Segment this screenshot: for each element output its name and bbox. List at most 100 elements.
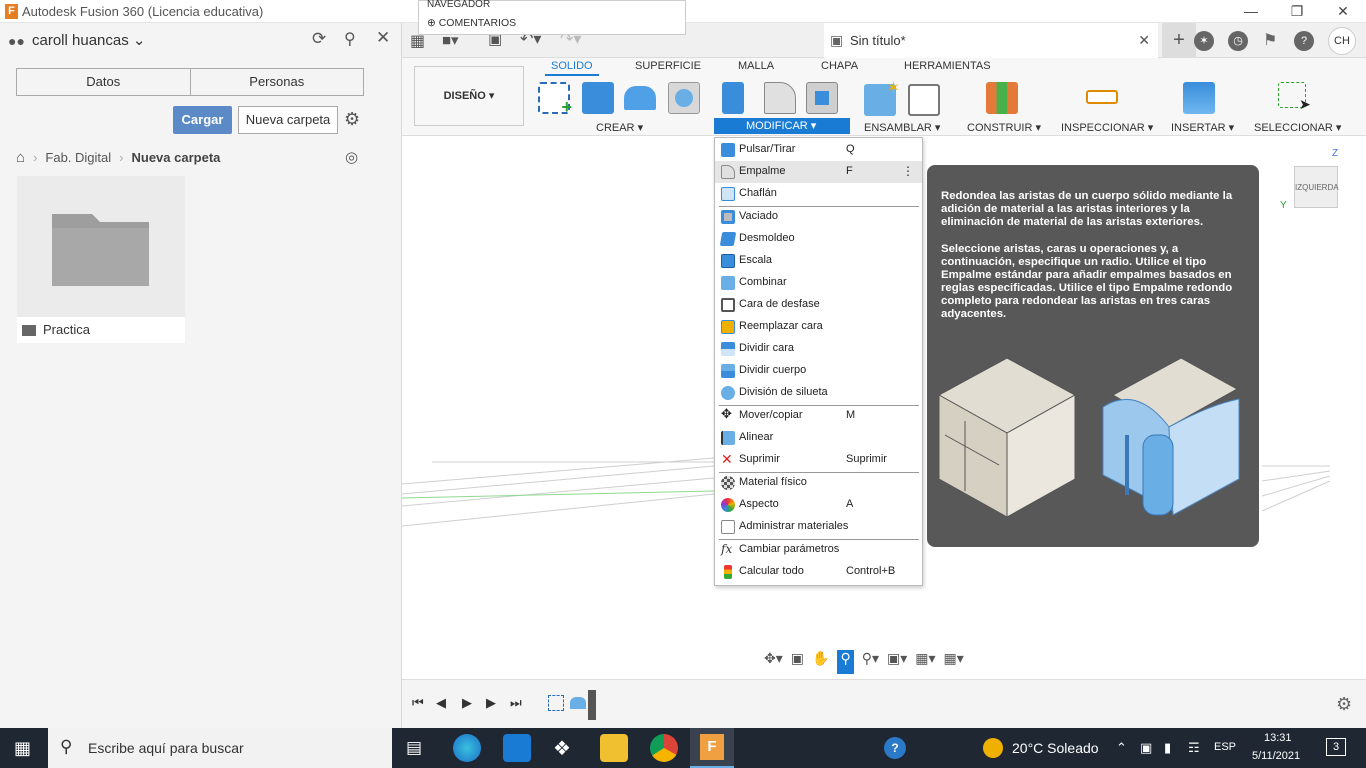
first-step-icon[interactable]: ⏮ [412,695,424,711]
menu-item-fillet[interactable]: Empalme F ⋮ [715,161,922,183]
menu-item-press-pull[interactable]: Pulsar/Tirar Q [715,139,922,161]
group-modificar[interactable]: MODIFICAR ▾ [714,118,851,134]
group-insertar[interactable]: INSERTAR ▾ [1171,121,1234,134]
extrude-icon[interactable] [582,82,614,114]
next-step-icon[interactable]: ▶ [486,695,496,711]
menu-item-scale[interactable]: Escala [715,250,922,272]
help-icon[interactable]: ? [1294,31,1314,51]
fit-icon[interactable]: ⚲▾ [862,650,879,674]
fusion-taskbar-button[interactable]: F [690,728,734,768]
globe-icon[interactable]: ◎ [345,148,358,166]
tab-chapa[interactable]: CHAPA [821,60,858,72]
tab-solido[interactable]: SOLIDO [545,60,599,76]
menu-item-move-copy[interactable]: ✥ Mover/copiar M [715,405,922,427]
restore-button[interactable]: ❐ [1274,0,1320,23]
extensions-icon[interactable]: ✶ [1194,31,1214,51]
menu-item-appearance[interactable]: Aspecto A [715,494,922,516]
pan-icon[interactable]: ✋ [812,650,829,674]
viewports-icon[interactable]: ▦▾ [944,650,964,674]
notification-center-icon[interactable]: 3 [1326,738,1346,756]
wifi-icon[interactable]: ☶ [1188,740,1200,756]
new-component-icon[interactable]: ✶ [864,80,900,116]
shell-ribbon-icon[interactable] [806,82,838,114]
job-status-icon[interactable]: ◷ [1228,31,1248,51]
previous-step-icon[interactable]: ◀ [436,695,446,711]
help-tray-icon[interactable]: ? [884,737,906,759]
avatar[interactable]: CH [1328,27,1356,55]
document-tab[interactable]: ▣ Sin título* ✕ [824,23,1158,58]
dropbox-icon[interactable]: ❖ [553,736,571,761]
last-step-icon[interactable]: ⏭ [510,695,522,711]
language-label[interactable]: ESP [1214,741,1236,753]
user-selector[interactable]: caroll huancas ⌄ [32,31,145,49]
tab-personas[interactable]: Personas [189,69,364,95]
tab-malla[interactable]: MALLA [738,60,774,72]
menu-item-split-body[interactable]: Dividir cuerpo [715,360,922,382]
notifications-icon[interactable]: ⚑ [1263,30,1277,50]
menu-item-chamfer[interactable]: Chaflán [715,183,922,205]
close-window-button[interactable]: ✕ [1320,0,1366,23]
menu-item-draft[interactable]: Desmoldeo [715,228,922,250]
chevron-up-icon[interactable]: ⌃ [1116,740,1127,756]
mail-icon[interactable] [503,734,531,762]
menu-item-combine[interactable]: Combinar [715,272,922,294]
group-crear[interactable]: CREAR ▾ [596,121,643,134]
group-inspeccionar[interactable]: INSPECCIONAR ▾ [1061,121,1153,134]
measure-icon[interactable] [1086,90,1118,104]
search-icon[interactable]: ⚲ [344,29,356,49]
menu-item-delete[interactable]: ✕ Suprimir Suprimir [715,449,922,471]
revolve-icon[interactable] [624,86,656,110]
view-cube[interactable]: IZQUIERDA [1294,166,1339,208]
timeline-settings-icon[interactable]: ⚙ [1336,694,1352,715]
comments-row[interactable]: ⊕ COMENTARIOS [427,17,516,29]
tab-superficie[interactable]: SUPERFICIE [635,60,701,72]
hole-icon[interactable] [668,82,700,114]
tab-herramientas[interactable]: HERRAMIENTAS [904,60,991,72]
orbit-icon[interactable]: ✥▾ [764,650,783,674]
menu-item-physical-material[interactable]: Material físico [715,472,922,494]
gear-icon[interactable]: ⚙ [344,109,360,130]
group-ensamblar[interactable]: ENSAMBLAR ▾ [864,121,940,134]
upload-button[interactable]: Cargar [173,106,232,134]
minimize-button[interactable]: — [1228,0,1274,23]
windows-start-icon[interactable]: ▦ [14,738,31,759]
menu-item-offset-face[interactable]: Cara de desfase [715,294,922,316]
press-pull-ribbon-icon[interactable] [722,82,744,114]
workspace-selector[interactable]: DISEÑO ▾ [414,66,524,126]
menu-item-split-face[interactable]: Dividir cara [715,338,922,360]
grid-settings-icon[interactable]: ▦▾ [915,650,935,674]
insert-image-icon[interactable] [1183,82,1215,114]
clock-time[interactable]: 13:31 [1264,732,1292,744]
fillet-ribbon-icon[interactable] [764,82,796,114]
more-options-icon[interactable]: ⋮ [902,164,914,178]
breadcrumb-project[interactable]: Fab. Digital [45,150,111,165]
display-tray-icon[interactable]: ▣ [1140,740,1152,756]
weather-label[interactable]: 20°C Soleado [1012,740,1099,756]
battery-icon[interactable]: ▮ [1164,740,1171,756]
group-seleccionar[interactable]: SELECCIONAR ▾ [1254,121,1341,134]
refresh-icon[interactable]: ⟳ [312,29,326,49]
menu-item-align[interactable]: Alinear [715,427,922,449]
menu-item-manage-materials[interactable]: Administrar materiales [715,516,922,538]
taskbar-search[interactable]: ⚲ Escribe aquí para buscar [48,728,392,768]
construct-plane-icon[interactable] [986,82,1018,114]
clock-date[interactable]: 5/11/2021 [1252,750,1300,762]
play-icon[interactable]: ▶ [462,695,472,711]
new-folder-button[interactable]: Nueva carpeta [238,106,338,134]
folder-card[interactable]: Practica [17,176,185,343]
zoom-icon[interactable]: ⚲ [837,650,854,674]
chrome-icon[interactable] [650,734,678,762]
display-settings-icon[interactable]: ▣▾ [887,650,907,674]
task-view-icon[interactable]: ▤ [406,738,422,758]
look-at-icon[interactable]: ▣ [791,650,804,674]
joint-icon[interactable] [908,84,940,116]
close-tab-icon[interactable]: ✕ [1138,32,1150,49]
timeline-sketch-icon[interactable] [548,695,564,711]
group-construir[interactable]: CONSTRUIR ▾ [967,121,1041,134]
menu-item-silhouette-split[interactable]: División de silueta [715,382,922,404]
home-icon[interactable]: ⌂ [16,149,25,166]
menu-item-replace-face[interactable]: Reemplazar cara [715,316,922,338]
edge-icon[interactable] [453,734,481,762]
file-explorer-icon[interactable] [600,734,628,762]
menu-item-shell[interactable]: Vaciado [715,206,922,228]
